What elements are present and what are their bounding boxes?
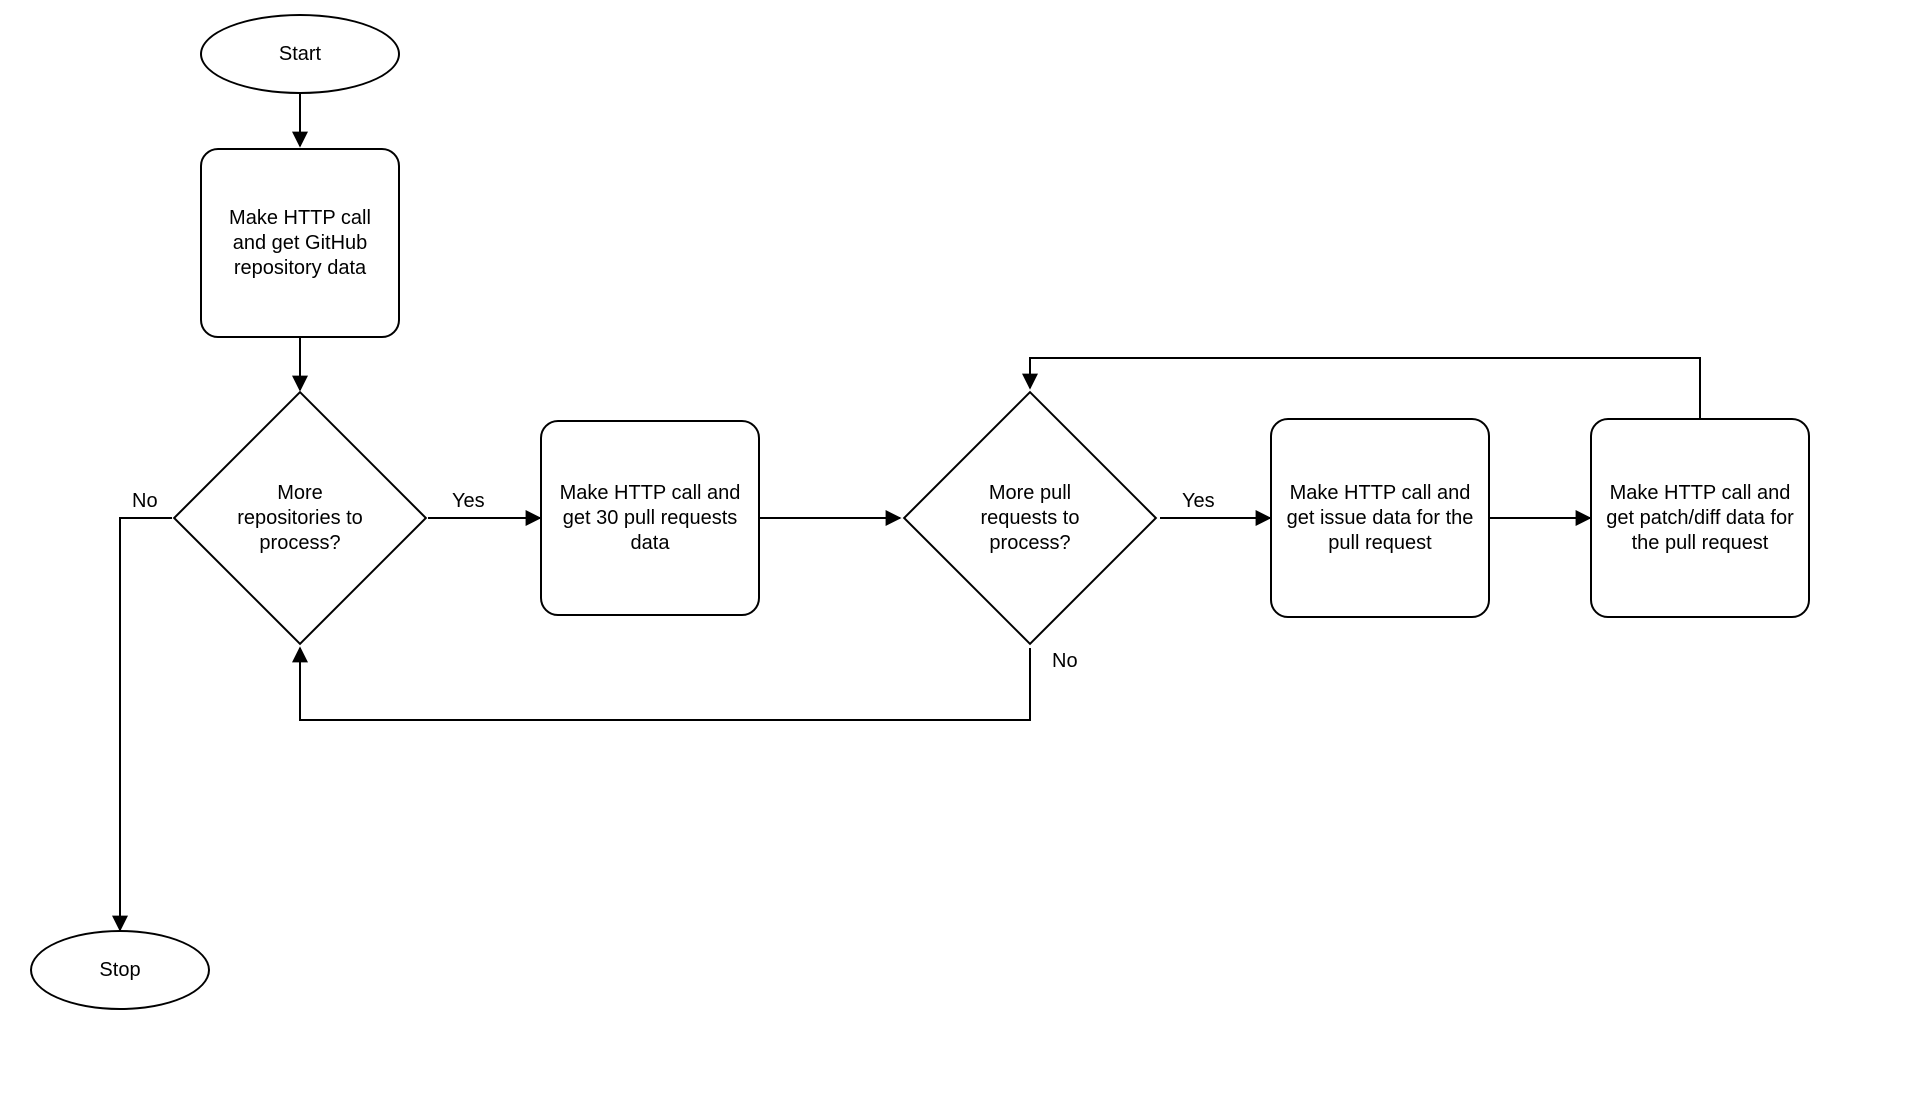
edge-label-yes-prs: Yes [1180,490,1217,513]
process-get-prs-label: Make HTTP call and get 30 pull requests … [550,481,750,556]
process-get-repos: Make HTTP call and get GitHub repository… [200,148,400,338]
process-get-patch: Make HTTP call and get patch/diff data f… [1590,418,1810,618]
process-get-issue: Make HTTP call and get issue data for th… [1270,418,1490,618]
terminator-start: Start [200,14,400,94]
terminator-stop-label: Stop [99,958,140,983]
process-get-patch-label: Make HTTP call and get patch/diff data f… [1600,481,1800,556]
decision-more-prs-label: More pull requests to process? [940,428,1120,608]
process-get-repos-label: Make HTTP call and get GitHub repository… [210,206,390,281]
edge-label-yes-repos: Yes [450,490,487,513]
process-get-issue-label: Make HTTP call and get issue data for th… [1280,481,1480,556]
terminator-start-label: Start [279,42,321,67]
flowchart-canvas: Start Make HTTP call and get GitHub repo… [0,0,1920,1109]
decision-more-prs: More pull requests to process? [940,428,1120,608]
process-get-prs: Make HTTP call and get 30 pull requests … [540,420,760,616]
edge-label-no-repos: No [130,490,160,513]
edge-label-no-prs: No [1050,650,1080,673]
terminator-stop: Stop [30,930,210,1010]
decision-more-repos-label: More repositories to process? [210,428,390,608]
decision-more-repos: More repositories to process? [210,428,390,608]
